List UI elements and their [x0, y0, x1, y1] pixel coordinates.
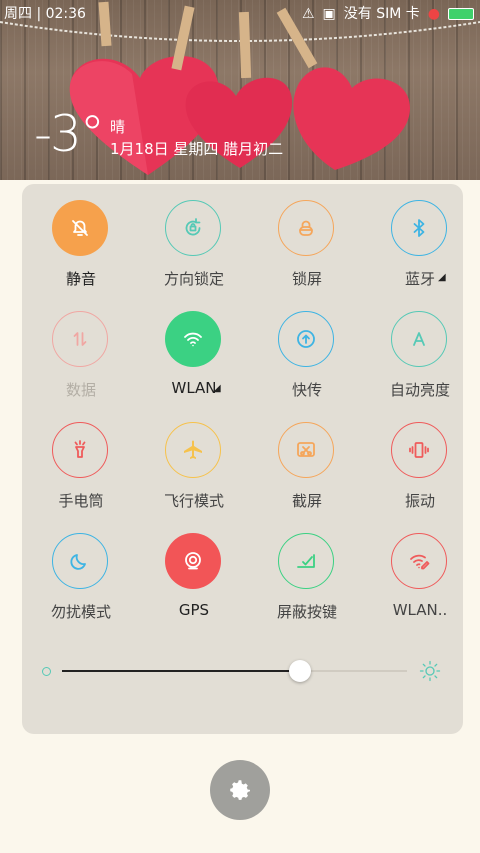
block-keys-icon[interactable]	[278, 533, 334, 589]
flashlight-icon[interactable]	[52, 422, 108, 478]
tile-label: 锁屏	[291, 270, 322, 288]
gps-icon[interactable]	[165, 533, 221, 589]
tile-label: 静音	[65, 270, 96, 288]
tile-auto-brightness[interactable]: 自动亮度	[364, 295, 476, 405]
moon-icon[interactable]	[52, 533, 108, 589]
status-bar: 周四 | 02:36 ⚠ ▣ 没有 SIM 卡 ●	[0, 0, 480, 28]
vibrate-icon[interactable]	[391, 422, 447, 478]
upload-icon[interactable]	[278, 311, 334, 367]
alert-icon: ⚠	[301, 6, 315, 22]
bluetooth-icon[interactable]	[391, 200, 447, 256]
tile-lock[interactable]: 锁屏	[251, 184, 363, 294]
expand-caret-icon[interactable]: ◢	[438, 272, 446, 283]
auto-brightness-icon[interactable]	[391, 311, 447, 367]
data-arrows-icon[interactable]	[52, 311, 108, 367]
temperature: -3°	[34, 105, 105, 163]
rotation-lock-icon[interactable]	[165, 200, 221, 256]
tile-bluetooth[interactable]: 蓝牙 ◢	[364, 184, 476, 294]
lock-icon[interactable]	[278, 200, 334, 256]
tile-label: 屏蔽按键	[276, 603, 337, 621]
tile-bell-off[interactable]: 静音	[25, 184, 137, 294]
date-text: 1月18日 星期四 腊月初二	[110, 140, 284, 158]
tile-label: 飞行模式	[163, 492, 224, 510]
brightness-slider[interactable]	[40, 656, 441, 686]
tile-data-arrows[interactable]: 数据	[25, 295, 137, 405]
quick-settings-panel: 静音 方向锁定 锁屏 蓝牙 ◢ 数据 WLAN ◢ 快传 自动亮度 手电筒 飞行模式 截屏 振动 勿扰模式 G…	[22, 184, 463, 734]
tile-airplane[interactable]: 飞行模式	[138, 406, 250, 516]
tile-rotation-lock[interactable]: 方向锁定	[138, 184, 250, 294]
tile-wifi-hotspot[interactable]: WLAN..	[364, 517, 476, 627]
tile-label: 自动亮度	[389, 381, 450, 399]
tile-gps[interactable]: GPS	[138, 517, 250, 627]
tile-label: WLAN	[171, 379, 217, 397]
status-icons: ⚠ ▣ 没有 SIM 卡 ●	[302, 0, 474, 28]
tile-block-keys[interactable]: 屏蔽按键	[251, 517, 363, 627]
tile-label: 截屏	[291, 492, 322, 510]
tile-label: 数据	[65, 381, 96, 399]
tile-label: 振动	[404, 492, 435, 510]
wifi-hotspot-icon[interactable]	[391, 533, 447, 589]
tile-screenshot[interactable]: 截屏	[251, 406, 363, 516]
tile-wifi[interactable]: WLAN ◢	[138, 295, 250, 405]
tile-label: GPS	[178, 601, 210, 619]
carrier-text: 没有 SIM 卡	[343, 6, 420, 22]
brightness-low-icon	[42, 667, 51, 676]
brightness-fill	[62, 670, 300, 672]
status-time: 周四 | 02:36	[4, 6, 86, 22]
brightness-thumb[interactable]	[289, 660, 311, 682]
tile-moon[interactable]: 勿扰模式	[25, 517, 137, 627]
screen-icon: ▣	[322, 6, 336, 22]
tile-label: 手电筒	[58, 492, 104, 510]
tile-label: 方向锁定	[163, 270, 224, 288]
alarm-icon: ●	[427, 6, 440, 22]
battery-icon	[448, 8, 474, 20]
settings-button[interactable]	[210, 760, 270, 820]
tile-vibrate[interactable]: 振动	[364, 406, 476, 516]
expand-caret-icon[interactable]: ◢	[213, 383, 221, 394]
wallpaper-header: 周四 | 02:36 ⚠ ▣ 没有 SIM 卡 ● -3° 晴 1月18日 星期…	[0, 0, 480, 180]
brightness-high-icon	[419, 660, 441, 682]
bell-off-icon[interactable]	[52, 200, 108, 256]
airplane-icon[interactable]	[165, 422, 221, 478]
tile-flashlight[interactable]: 手电筒	[25, 406, 137, 516]
tile-label: 快传	[291, 381, 322, 399]
gear-icon	[230, 780, 250, 800]
tile-label: 勿扰模式	[50, 603, 111, 621]
tile-label: 蓝牙	[404, 270, 435, 288]
tile-label: WLAN..	[392, 601, 448, 619]
tile-upload[interactable]: 快传	[251, 295, 363, 405]
screenshot-icon[interactable]	[278, 422, 334, 478]
wifi-icon[interactable]	[165, 311, 221, 367]
weather-condition: 晴	[110, 118, 126, 136]
